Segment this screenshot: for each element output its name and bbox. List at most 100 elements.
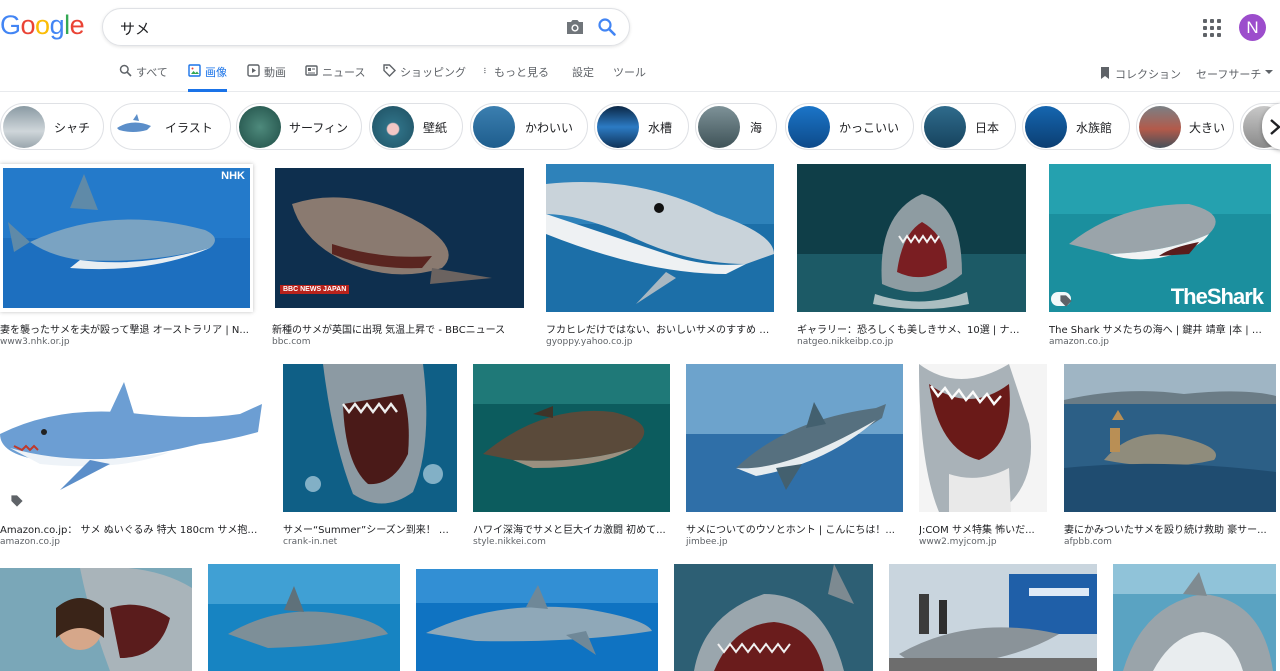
tab-label: ニュース	[322, 64, 365, 80]
search-box[interactable]: サメ	[102, 8, 630, 46]
chip-aquarium-tank[interactable]: 水槽	[594, 103, 689, 150]
chip-label: かわいい	[525, 119, 573, 136]
result-caption[interactable]: サメー“Summer”シーズン到来！ 王...	[283, 521, 455, 536]
tab-label: もっと見る	[494, 64, 549, 80]
chip-label: 水族館	[1076, 119, 1112, 136]
chip-thumbnail	[924, 106, 966, 148]
result-image	[283, 364, 457, 512]
image-result[interactable]: フカヒレだけではない、おいしいサメのすすめ | ... gyoppy.yahoo…	[546, 164, 774, 350]
tab-label: ツール	[613, 64, 646, 80]
account-avatar[interactable]: N	[1239, 14, 1266, 41]
chip-wallpaper[interactable]: 壁紙	[369, 103, 463, 150]
chip-label: イラスト	[165, 119, 213, 136]
image-result[interactable]: ハワイ深海でサメと巨大イカ激闘 初めて... style.nikkei.com	[473, 364, 670, 550]
result-image	[416, 569, 658, 671]
result-caption[interactable]: ハワイ深海でサメと巨大イカ激闘 初めて...	[473, 521, 668, 536]
result-caption[interactable]: 新種のサメが英国に出現 気温上昇で - BBCニュース	[272, 321, 524, 336]
result-caption[interactable]: J:COM サメ特集 怖いだ...	[919, 521, 1045, 536]
image-result[interactable]: NHK 妻を襲ったサメを夫が殴って撃退 オーストラリア | N... www3.…	[0, 164, 253, 350]
result-caption[interactable]: The Shark サメたちの海へ | 鍵井 靖章 |本 | 通販 ...	[1049, 321, 1271, 336]
image-result[interactable]: ギャラリー：恐ろしくも美しきサメ、10選 | ナシ... natgeo.nikk…	[797, 164, 1026, 350]
chip-label: 大きい	[1189, 119, 1225, 136]
collections-button[interactable]: コレクション	[1099, 66, 1181, 82]
result-source: afpbb.com	[1064, 537, 1112, 547]
logo-letter: G	[0, 10, 21, 41]
result-caption[interactable]: 妻を襲ったサメを夫が殴って撃退 オーストラリア | N...	[0, 321, 250, 336]
tab-shopping[interactable]: ショッピング	[383, 64, 466, 92]
tab-all[interactable]: すべて	[119, 64, 168, 92]
logo-letter: g	[50, 10, 65, 41]
tab-label: ショッピング	[400, 64, 466, 80]
tab-videos[interactable]: 動画	[247, 64, 286, 92]
tab-news[interactable]: ニュース	[305, 64, 365, 92]
chip-thumbnail	[473, 106, 515, 148]
safesearch-button[interactable]: セーフサーチ	[1196, 66, 1273, 82]
search-tabs: すべて 画像 動画 ニュース ショッピング もっと見る 設定 ツール コレクショ…	[0, 56, 1280, 92]
image-result[interactable]: J:COM サメ特集 怖いだ... www2.myjcom.jp	[919, 364, 1047, 550]
related-search-chips: シャチ イラスト サーフィン 壁紙 かわいい 水槽 海 かっこいい 日本 水族館	[0, 103, 1280, 151]
result-caption[interactable]: 妻にかみついたサメを殴り続け救助 豪サー...	[1064, 521, 1274, 536]
google-logo[interactable]: Google	[0, 10, 84, 41]
chip-illustration[interactable]: イラスト	[110, 103, 231, 150]
chip-label: 海	[750, 119, 762, 136]
image-overlay-logo: BBC NEWS JAPAN	[280, 285, 349, 294]
tab-more[interactable]: もっと見る	[483, 64, 549, 92]
chip-orca[interactable]: シャチ	[0, 103, 104, 150]
result-image	[208, 564, 400, 671]
tab-images[interactable]: 画像	[188, 64, 227, 92]
camera-icon[interactable]	[565, 18, 585, 36]
result-image	[919, 364, 1047, 512]
chip-aquarium[interactable]: 水族館	[1022, 103, 1130, 150]
result-image: NHK	[0, 164, 253, 312]
result-source: jimbee.jp	[686, 537, 728, 547]
tab-label: 設定	[572, 64, 594, 80]
collections-label: コレクション	[1115, 66, 1181, 82]
chip-surfing[interactable]: サーフィン	[236, 103, 362, 150]
result-caption[interactable]: サメについてのウソとホント | こんにちは！...	[686, 521, 901, 536]
result-source: www2.myjcom.jp	[919, 537, 997, 547]
tab-settings[interactable]: 設定	[572, 64, 594, 92]
chip-thumbnail	[3, 106, 45, 148]
chip-sea[interactable]: 海	[695, 103, 777, 150]
search-input[interactable]: サメ	[120, 18, 150, 39]
result-caption[interactable]: Amazon.co.jp： サメ ぬいぐるみ 特大 180cm サメ抱き...	[0, 521, 262, 536]
image-result[interactable]: サメについてのウソとホント | こんにちは！... jimbee.jp	[686, 364, 903, 550]
tag-icon	[7, 494, 27, 508]
image-result[interactable]: TheShark The Shark サメたちの海へ | 鍵井 靖章 |本 | …	[1049, 164, 1271, 350]
search-icon[interactable]	[597, 17, 617, 37]
chip-cute[interactable]: かわいい	[470, 103, 588, 150]
image-result[interactable]	[889, 564, 1097, 671]
result-source: crank-in.net	[283, 537, 337, 547]
image-result[interactable]	[674, 564, 873, 671]
image-result[interactable]	[208, 564, 400, 671]
image-result[interactable]: BBC NEWS JAPAN 新種のサメが英国に出現 気温上昇で - BBCニュ…	[272, 164, 527, 350]
result-image	[686, 364, 903, 512]
tab-tools[interactable]: ツール	[613, 64, 646, 92]
safesearch-label: セーフサーチ	[1196, 66, 1261, 82]
result-caption[interactable]: ギャラリー：恐ろしくも美しきサメ、10選 | ナシ...	[797, 321, 1024, 336]
chip-cool[interactable]: かっこいい	[785, 103, 914, 150]
result-image: TheShark	[1049, 164, 1271, 312]
result-image	[1113, 564, 1276, 671]
image-result[interactable]	[0, 568, 192, 671]
chip-big[interactable]: 大きい	[1136, 103, 1234, 150]
image-result[interactable]	[1113, 564, 1276, 671]
image-result[interactable]: 妻にかみついたサメを殴り続け救助 豪サー... afpbb.com	[1064, 364, 1276, 550]
more-vert-icon	[483, 64, 490, 77]
tab-label: 動画	[264, 64, 286, 80]
result-image	[546, 164, 774, 312]
image-result[interactable]	[416, 569, 658, 671]
chip-thumbnail	[372, 106, 414, 148]
chip-japan[interactable]: 日本	[921, 103, 1016, 150]
image-result[interactable]: サメー“Summer”シーズン到来！ 王... crank-in.net	[283, 364, 457, 550]
chip-label: サーフィン	[289, 119, 348, 136]
result-image	[473, 364, 670, 512]
image-result[interactable]: Amazon.co.jp： サメ ぬいぐるみ 特大 180cm サメ抱き... …	[0, 364, 267, 550]
result-source: amazon.co.jp	[1049, 337, 1109, 347]
result-image	[0, 568, 192, 671]
chip-thumbnail	[597, 106, 639, 148]
result-caption[interactable]: フカヒレだけではない、おいしいサメのすすめ | ...	[546, 321, 772, 336]
apps-grid-icon[interactable]	[1203, 19, 1221, 37]
product-tag-badge	[1051, 292, 1071, 306]
result-image	[1064, 364, 1276, 512]
